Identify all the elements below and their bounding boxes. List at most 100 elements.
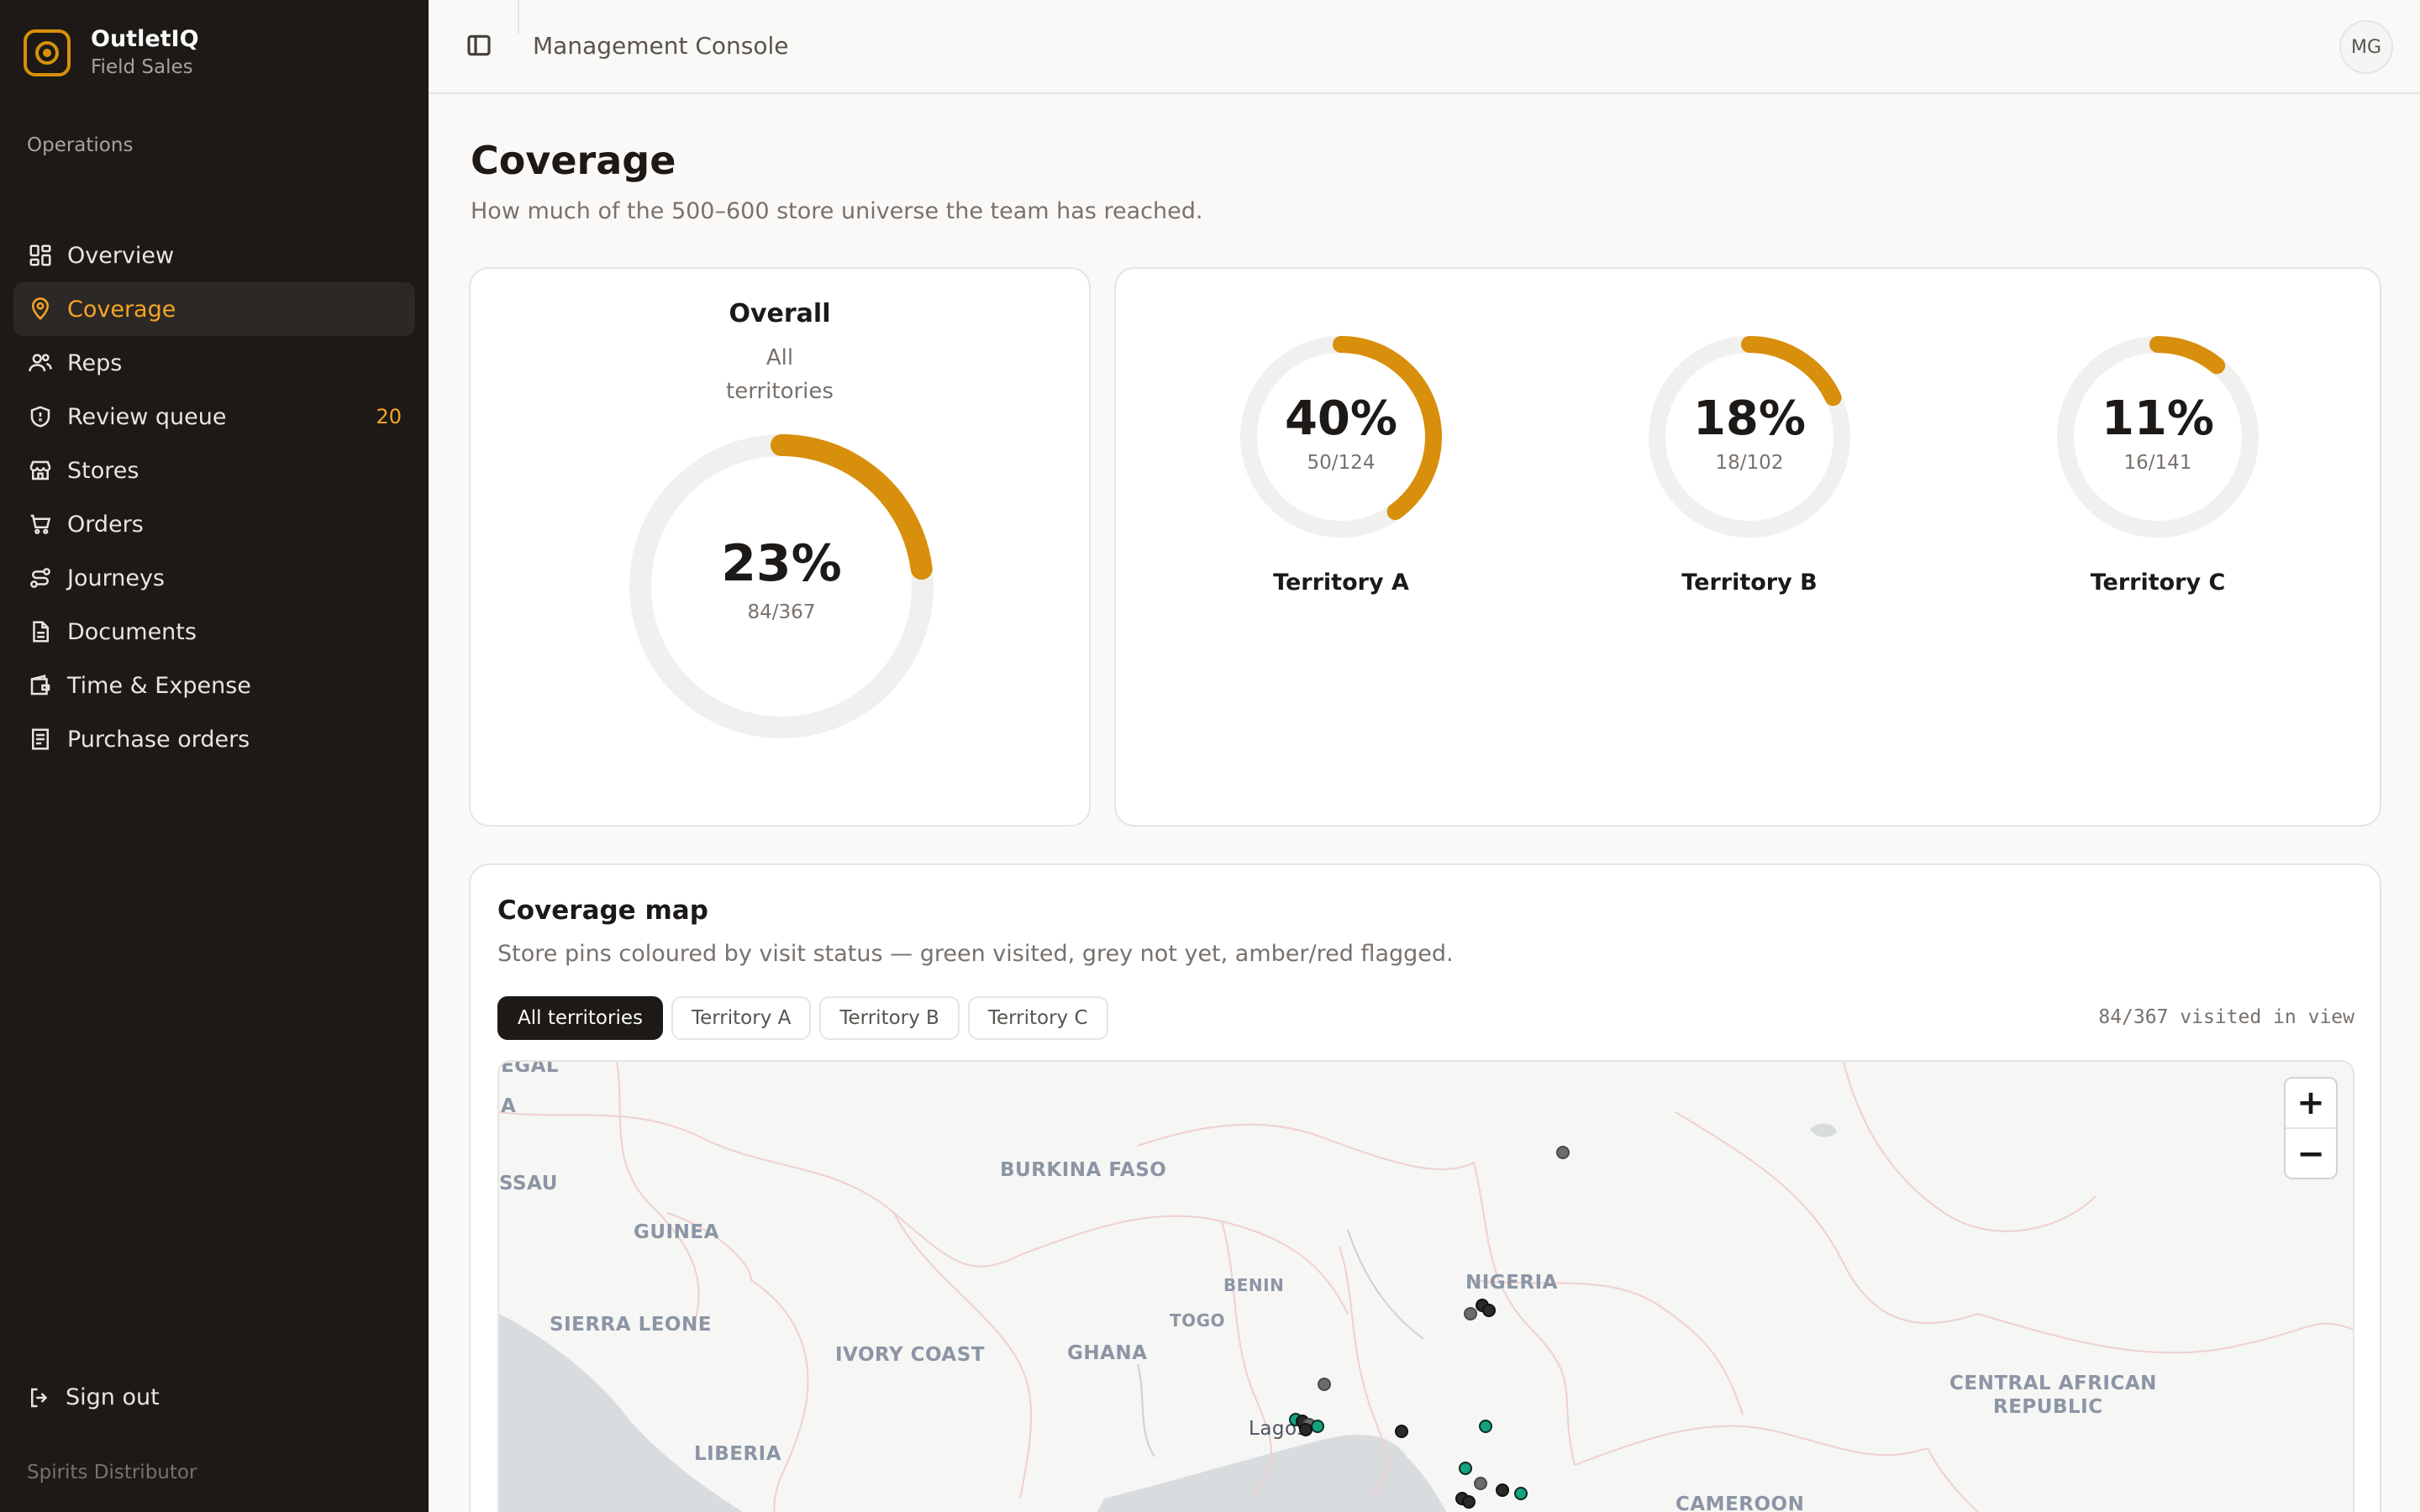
- store-pin[interactable]: [1496, 1483, 1509, 1497]
- store-pin[interactable]: [1318, 1378, 1331, 1391]
- territory-fraction: 18/102: [1715, 452, 1784, 474]
- store-pin[interactable]: [1479, 1420, 1492, 1433]
- sidebar-item-label: Review queue: [67, 403, 227, 430]
- overall-title: Overall: [729, 299, 831, 328]
- sidebar-item-label: Documents: [67, 618, 197, 645]
- store-pin[interactable]: [1459, 1462, 1472, 1475]
- store-pin[interactable]: [1462, 1495, 1476, 1509]
- territory-name: Territory C: [2090, 570, 2226, 596]
- nav-section-label: Operations: [27, 134, 134, 156]
- territory-fraction: 16/141: [2123, 452, 2192, 474]
- store-pin[interactable]: [1395, 1425, 1408, 1438]
- store-pin[interactable]: [1474, 1477, 1487, 1490]
- overall-desc-line-1: All: [765, 345, 794, 370]
- store-icon: [27, 457, 54, 484]
- divider: [518, 0, 519, 34]
- filter-all-territories[interactable]: All territories: [497, 996, 663, 1040]
- map-label: GHANA: [1067, 1342, 1148, 1364]
- filter-territory-a[interactable]: Territory A: [671, 996, 812, 1040]
- territory-filter-group: All territories Territory A Territory B …: [497, 996, 1117, 1040]
- sidebar-item-coverage[interactable]: Coverage: [13, 282, 415, 336]
- sidebar-item-label: Time & Expense: [67, 672, 251, 699]
- zoom-in-button[interactable]: +: [2286, 1079, 2336, 1129]
- review-queue-count-badge: 20: [376, 405, 402, 428]
- sidebar-nav: Overview Coverage Reps Review queue 20 S…: [13, 228, 415, 766]
- store-pin[interactable]: [1299, 1423, 1313, 1436]
- wallet-icon: [27, 672, 54, 699]
- org-name: Spirits Distributor: [27, 1462, 197, 1483]
- dashboard-icon: [27, 242, 54, 269]
- top-bar: Management Console MG: [429, 0, 2420, 94]
- sign-out-button[interactable]: Sign out: [27, 1384, 160, 1410]
- visited-in-view-count: 84/367 visited in view: [2098, 1006, 2354, 1028]
- sidebar-item-label: Journeys: [67, 564, 165, 591]
- map-label: IVORY COAST: [835, 1344, 985, 1366]
- page-title: Coverage: [471, 138, 676, 183]
- map-label: EGAL: [501, 1060, 560, 1077]
- map-pin-icon: [27, 296, 54, 323]
- store-pin[interactable]: [1464, 1307, 1477, 1320]
- sidebar-item-purchase-orders[interactable]: Purchase orders: [13, 712, 415, 766]
- map-label: CENTRAL AFRICAN: [1949, 1373, 2157, 1394]
- overall-coverage-card: Overall All territories 23% 84/367: [469, 267, 1091, 827]
- sign-out-icon: [31, 1388, 48, 1407]
- store-pin[interactable]: [1482, 1304, 1496, 1317]
- sidebar-item-orders[interactable]: Orders: [13, 497, 415, 551]
- territory-name: Territory A: [1273, 570, 1409, 596]
- sidebar-item-documents[interactable]: Documents: [13, 605, 415, 659]
- receipt-icon: [27, 726, 54, 753]
- console-title: Management Console: [533, 32, 789, 60]
- map-label: NIGERIA: [1465, 1272, 1558, 1294]
- map-label: CAMEROON: [1676, 1494, 1805, 1512]
- sidebar-item-label: Reps: [67, 349, 123, 376]
- filter-territory-c[interactable]: Territory C: [967, 996, 1108, 1040]
- cart-icon: [27, 511, 54, 538]
- map-label: BURKINA FASO: [1000, 1159, 1167, 1181]
- sign-out-label: Sign out: [66, 1384, 160, 1410]
- users-icon: [27, 349, 54, 376]
- territory-fraction: 50/124: [1307, 452, 1376, 474]
- coverage-map[interactable]: EGAL A SSAU BURKINA FASO GUINEA SIERRA L…: [497, 1060, 2354, 1512]
- store-pin[interactable]: [1311, 1420, 1324, 1433]
- filter-territory-b[interactable]: Territory B: [819, 996, 960, 1040]
- territory-percent: 40%: [1284, 391, 1398, 446]
- overall-description: All territories: [471, 341, 1089, 408]
- sidebar-item-reps[interactable]: Reps: [13, 336, 415, 390]
- overall-percent: 23%: [721, 534, 842, 593]
- sidebar-item-review-queue[interactable]: Review queue 20: [13, 390, 415, 444]
- store-pin[interactable]: [1514, 1487, 1528, 1500]
- territory-a-donut: 40% 50/124 Territory A: [1232, 334, 1450, 612]
- store-pin[interactable]: [1556, 1146, 1570, 1159]
- sidebar-item-label: Overview: [67, 242, 175, 269]
- sidebar-item-journeys[interactable]: Journeys: [13, 551, 415, 605]
- map-subtitle: Store pins coloured by visit status — gr…: [497, 941, 1454, 967]
- avatar[interactable]: MG: [2339, 20, 2393, 74]
- territory-percent: 11%: [2101, 391, 2215, 446]
- sidebar-toggle-button[interactable]: [466, 32, 496, 62]
- zoom-out-button[interactable]: −: [2286, 1129, 2336, 1179]
- page-subtitle: How much of the 500–600 store universe t…: [471, 198, 1203, 224]
- brand-name: OutletIQ: [91, 26, 199, 52]
- territory-c-donut: 11% 16/141 Territory C: [2049, 334, 2267, 612]
- route-icon: [27, 564, 54, 591]
- territory-percent: 18%: [1692, 391, 1807, 446]
- shield-icon: [27, 403, 54, 430]
- map-zoom-control: + −: [2284, 1077, 2338, 1179]
- document-icon: [27, 618, 54, 645]
- map-label: TOGO: [1170, 1310, 1226, 1331]
- territory-b-donut: 18% 18/102 Territory B: [1640, 334, 1859, 612]
- sidebar-item-time-expense[interactable]: Time & Expense: [13, 659, 415, 712]
- territory-name: Territory B: [1681, 570, 1818, 596]
- territory-coverage-card: 40% 50/124 Territory A 18% 18/102 Territ…: [1114, 267, 2381, 827]
- brand[interactable]: OutletIQ Field Sales: [24, 25, 199, 81]
- map-label: A: [501, 1095, 517, 1117]
- map-title: Coverage map: [497, 895, 708, 926]
- overall-donut: 23% 84/367: [629, 433, 934, 739]
- sidebar-item-overview[interactable]: Overview: [13, 228, 415, 282]
- sidebar-item-stores[interactable]: Stores: [13, 444, 415, 497]
- sidebar-toggle-icon: [467, 34, 491, 56]
- sidebar-item-label: Orders: [67, 511, 144, 538]
- sidebar-item-label: Purchase orders: [67, 726, 250, 753]
- brand-subtitle: Field Sales: [91, 56, 193, 78]
- overall-desc-line-2: territories: [726, 379, 834, 404]
